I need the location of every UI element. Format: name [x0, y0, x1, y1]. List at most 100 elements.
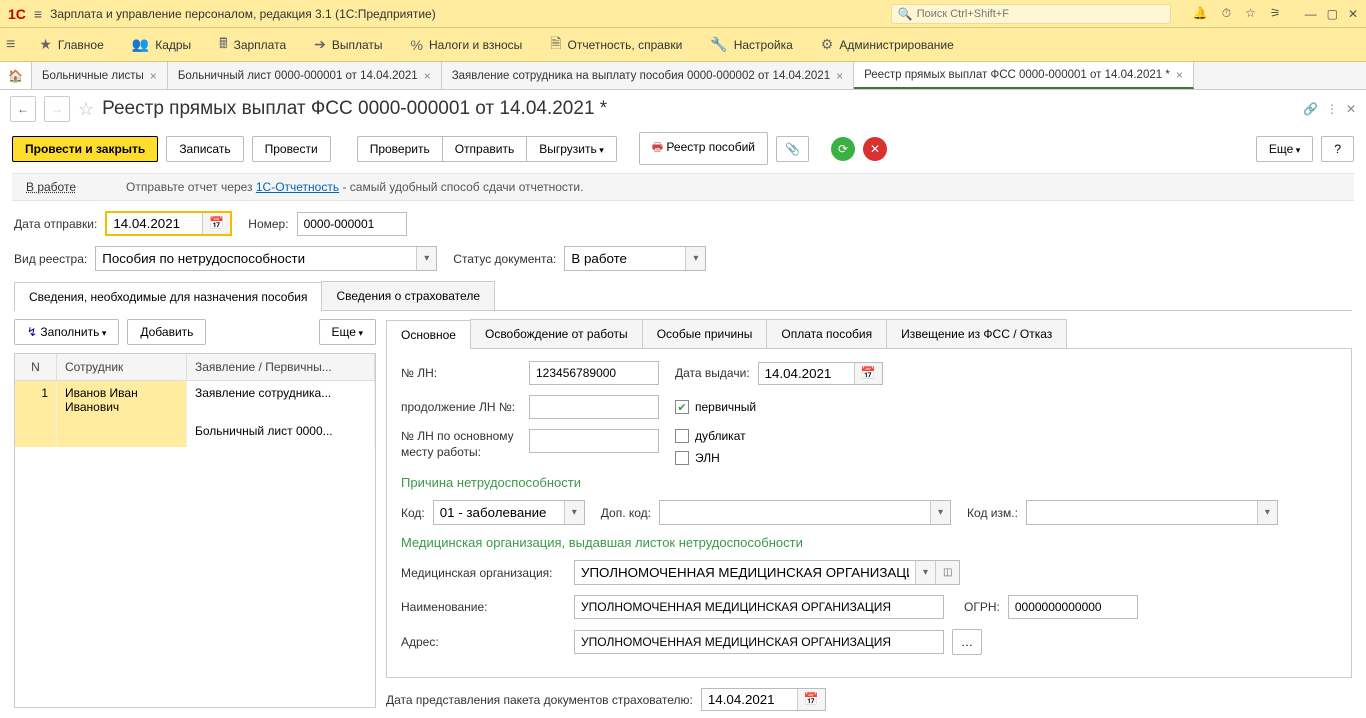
tab-sick-lists[interactable]: Больничные листы×	[32, 62, 168, 89]
tab-sick-sheet[interactable]: Больничный лист 0000-000001 от 14.04.202…	[168, 62, 442, 89]
name-input[interactable]	[574, 595, 944, 619]
add-button[interactable]: Добавить	[127, 319, 206, 345]
tab-benefit-info[interactable]: Сведения, необходимые для назначения пос…	[14, 282, 322, 311]
filter-icon[interactable]: ⚞	[1270, 6, 1281, 21]
bell-icon[interactable]: 🔔	[1193, 6, 1208, 21]
tab-payment[interactable]: Оплата пособия	[766, 319, 887, 348]
chevron-down-icon[interactable]: ▾	[915, 561, 935, 584]
type-select[interactable]: ▾	[95, 246, 437, 271]
tab-insurer-info[interactable]: Сведения о страхователе	[321, 281, 495, 310]
calc-icon: 🖩	[219, 33, 227, 57]
main-ln-input[interactable]	[529, 429, 659, 453]
more-button[interactable]: Еще	[1256, 136, 1313, 162]
global-search[interactable]: 🔍	[891, 4, 1171, 24]
send-date-input[interactable]: 📅	[105, 211, 232, 236]
calendar-icon[interactable]: 📅	[797, 689, 825, 710]
menu-admin[interactable]: ⚙Администрирование	[809, 32, 966, 57]
link-icon[interactable]: 🔗	[1303, 102, 1318, 116]
chevron-down-icon[interactable]: ▾	[416, 247, 436, 270]
close-icon[interactable]: ×	[836, 69, 843, 83]
chevron-down-icon[interactable]: ▾	[564, 501, 584, 524]
table-row[interactable]: Больничный лист 0000...	[15, 419, 375, 447]
duplicate-checkbox[interactable]	[675, 429, 689, 443]
code-select[interactable]: ▾	[433, 500, 585, 525]
maximize-icon[interactable]: ▢	[1327, 7, 1338, 21]
tab-main[interactable]: Основное	[386, 320, 471, 349]
close-page-icon[interactable]: ✕	[1346, 102, 1356, 116]
favorite-icon[interactable]: ☆	[78, 99, 94, 120]
clip-icon: 📎	[785, 142, 800, 156]
document-tabs: 🏠 Больничные листы× Больничный лист 0000…	[0, 62, 1366, 90]
post-and-close-button[interactable]: Провести и закрыть	[12, 136, 158, 162]
history-icon[interactable]: ⏱	[1222, 6, 1231, 21]
close-icon[interactable]: ✕	[1348, 7, 1358, 21]
section-tabs: Сведения, необходимые для назначения пос…	[14, 281, 1352, 311]
close-icon[interactable]: ×	[150, 69, 157, 83]
number-input[interactable]	[297, 212, 407, 236]
med-org-select[interactable]: ▾ ◫	[574, 560, 960, 585]
cont-ln-input[interactable]	[529, 395, 659, 419]
addr-edit-button[interactable]: …	[952, 629, 982, 655]
window-controls: — ▢ ✕	[1305, 7, 1358, 21]
star-icon: ★	[39, 36, 52, 53]
chevron-down-icon[interactable]: ▾	[930, 501, 950, 524]
more-icon[interactable]: ⋮	[1326, 102, 1338, 116]
tab-notice[interactable]: Извещение из ФСС / Отказ	[886, 319, 1067, 348]
close-icon[interactable]: ×	[424, 69, 431, 83]
chevron-down-icon[interactable]: ▾	[685, 247, 705, 270]
menu-taxes[interactable]: %Налоги и взносы	[399, 33, 535, 57]
refresh-button[interactable]: ⟳	[831, 137, 855, 161]
registry-button[interactable]: 🖶 Реестр пособий	[639, 132, 768, 165]
cancel-button[interactable]: ✕	[863, 137, 887, 161]
send-button[interactable]: Отправить	[442, 136, 527, 162]
nav-back-button[interactable]: ←	[10, 96, 36, 122]
open-icon[interactable]: ◫	[935, 561, 959, 584]
minimize-icon[interactable]: —	[1305, 7, 1317, 21]
employee-table: N Сотрудник Заявление / Первичны... 1 Ив…	[14, 353, 376, 708]
nav-forward-button[interactable]: →	[44, 96, 70, 122]
menu-burger-icon[interactable]: ≡	[6, 36, 15, 54]
post-button[interactable]: Провести	[252, 136, 331, 162]
menu-reports[interactable]: 🗎Отчетность, справки	[538, 29, 694, 61]
calendar-icon[interactable]: 📅	[202, 213, 230, 234]
add-code-label: Доп. код:	[601, 506, 651, 520]
report-link[interactable]: 1С-Отчетность	[256, 180, 339, 194]
chg-code-select[interactable]: ▾	[1026, 500, 1278, 525]
chevron-down-icon[interactable]: ▾	[1257, 501, 1277, 524]
more-button[interactable]: Еще	[319, 319, 376, 345]
doc-status-select[interactable]: ▾	[564, 246, 706, 271]
ogrn-input[interactable]	[1008, 595, 1138, 619]
addr-input[interactable]	[574, 630, 944, 654]
add-code-select[interactable]: ▾	[659, 500, 951, 525]
save-button[interactable]: Записать	[166, 136, 243, 162]
tab-application[interactable]: Заявление сотрудника на выплату пособия …	[442, 62, 854, 89]
tab-release[interactable]: Освобождение от работы	[470, 319, 643, 348]
menu-personnel[interactable]: 👥Кадры	[120, 32, 203, 57]
left-panel: ↯ Заполнить Добавить Еще N Сотрудник Зая…	[14, 311, 376, 711]
ln-input[interactable]	[529, 361, 659, 385]
calendar-icon[interactable]: 📅	[854, 363, 882, 384]
issue-date-input[interactable]: 📅	[758, 362, 883, 385]
home-tab[interactable]: 🏠	[0, 62, 32, 89]
table-row[interactable]: 1 Иванов Иван Иванович Заявление сотрудн…	[15, 381, 375, 419]
menu-salary[interactable]: 🖩Зарплата	[207, 29, 298, 61]
attach-button[interactable]: 📎	[776, 136, 809, 162]
menu-settings[interactable]: 🔧Настройка	[698, 32, 805, 57]
help-button[interactable]: ?	[1321, 136, 1354, 162]
check-button[interactable]: Проверить	[357, 136, 442, 162]
star-icon[interactable]: ☆	[1245, 6, 1256, 21]
cont-ln-label: продолжение ЛН №:	[401, 400, 521, 414]
menu-main[interactable]: ★Главное	[27, 32, 115, 57]
tab-special[interactable]: Особые причины	[642, 319, 768, 348]
menu-icon[interactable]: ≡	[34, 6, 42, 22]
tab-registry[interactable]: Реестр прямых выплат ФСС 0000-000001 от …	[854, 62, 1194, 89]
export-button[interactable]: Выгрузить	[526, 136, 617, 162]
fill-button[interactable]: ↯ Заполнить	[14, 319, 119, 345]
search-input[interactable]	[917, 8, 1164, 20]
submit-date-input[interactable]: 📅	[701, 688, 826, 711]
primary-checkbox[interactable]	[675, 400, 689, 414]
menu-payments[interactable]: ➔Выплаты	[302, 32, 394, 57]
issue-date-label: Дата выдачи:	[675, 366, 750, 380]
close-icon[interactable]: ×	[1176, 68, 1183, 82]
eln-checkbox[interactable]	[675, 451, 689, 465]
